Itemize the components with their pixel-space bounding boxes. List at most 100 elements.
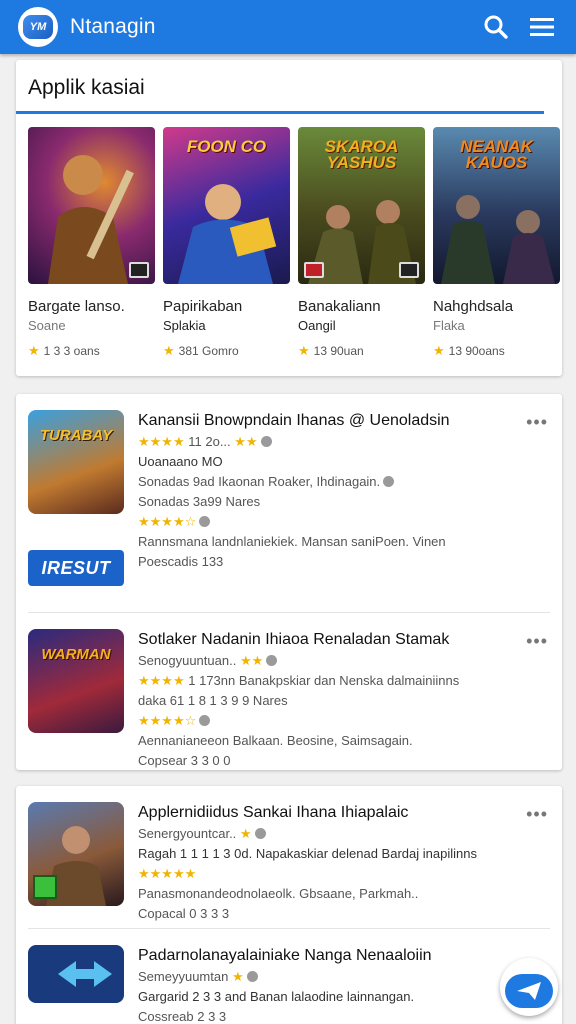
item-meta: Ragah 1 1 1 1 3 0d. Napakaskiar delenad … [138,846,477,861]
app-list-card: Applernidiidus Sankai Ihana Ihiapalaic S… [16,786,562,1024]
star-icon: ★ [163,343,175,358]
item-developer: Senogyuuntuan.. ★★ [138,651,526,671]
item-footer: Copsear 3 3 0 0 [138,753,231,768]
star-icon: ★★★★ [138,434,185,449]
list-item[interactable]: WARMAN Sotlaker Nadanin Ihiaoa Renaladan… [16,613,562,768]
artwork-title: TURABAY [39,427,113,444]
featured-app-1[interactable]: Bargate lanso. Soane ★ 1 3 3 oans [28,127,155,359]
rating-text: 13 90uan [313,344,364,358]
star-rating: ★★★★ 11 2o... ★★ [138,432,526,452]
item-footer: Cossreab 2 3 3 [138,1009,227,1024]
platform-badge [129,262,149,278]
info-dot-icon [266,655,278,666]
item-description: Panasmonandeodnolaeolk. Gbsaane, Parkmah… [138,886,419,901]
featured-rating: ★ 13 90uan [298,343,425,359]
info-dot-icon [199,715,211,726]
star-icon: ★★★★☆ [138,514,197,529]
item-body: Sotlaker Nadanin Ihiaoa Renaladan Stamak… [138,629,550,768]
featured-app-3[interactable]: SKAROA YASHUS Banakaliann Oangil ★ 13 90u… [298,127,425,359]
featured-name: Nahghdsala [433,298,514,315]
more-options-icon[interactable]: ••• [526,804,548,825]
app-thumbnail: TURABAY [28,410,124,514]
app-list-card: TURABAY IRESUT Kanansii Bnowpndain Ihana… [16,394,562,770]
featured-card: Applik kasiai Bargate lanso. Soane ★ 1 3 … [16,60,562,376]
item-body: Applernidiidus Sankai Ihana Ihiapalaic S… [138,802,550,921]
result-button[interactable]: IRESUT [28,550,124,586]
featured-subtitle: Flaka [433,318,465,333]
item-developer: Uoanaano MO [138,454,223,469]
star-icon: ★★★★ [138,673,185,688]
list-item[interactable]: Padarnolanayalainiake Nanga Nenaaloiin S… [16,929,562,1024]
app-artwork: FOON CO [163,127,290,284]
item-developer: Senergyountcar.. ★ [138,824,526,844]
item-meta: Sonadas 9ad Ikaonan Roaker, Ihdinagain. [138,472,526,492]
chat-fab-button[interactable] [500,958,558,1016]
app-logo[interactable]: YM [18,7,58,47]
app-title: Ntanagin [70,15,156,38]
chat-send-icon [505,974,553,1008]
star-rating: ★★★★☆ [138,711,526,731]
platform-badge [399,262,419,278]
logo-mark: YM [23,15,53,39]
section-title: Applik kasiai [16,60,544,114]
platform-badge [304,262,324,278]
star-rating: ★★★★☆ [138,512,526,532]
more-options-icon[interactable]: ••• [526,631,548,652]
app-artwork [28,127,155,284]
meta-prefix: Sonadas 9ad Ikaonan [138,474,265,489]
item-sales: Sonadas 3a99 Nares [138,494,261,509]
item-title: Sotlaker Nadanin Ihiaoa Renaladan Stamak [138,631,450,648]
list-item[interactable]: Applernidiidus Sankai Ihana Ihiapalaic S… [16,786,562,921]
app-thumbnail: WARMAN [28,629,124,733]
info-dot-icon [260,436,272,447]
item-meta: Gargarid 2 3 3 and Banan lalaodine lainn… [138,989,415,1004]
star-rating: ★★★★★ [138,864,526,884]
rating-text: 11 2o... [188,434,231,449]
meta-text: Roaker, Ihdinagain. [268,474,381,489]
featured-subtitle: Splakia [163,318,206,333]
hamburger-menu-icon[interactable] [522,7,562,47]
featured-app-2[interactable]: FOON CO Papirikaban Splakia ★ 381 Gomro [163,127,290,359]
artwork-title: FOON CO [186,137,267,156]
app-artwork: NEANAK KAUOS [433,127,560,284]
artwork-title: SKAROA YASHUS [324,137,399,172]
info-dot-icon [199,516,211,527]
item-footer: Poescadis 133 [138,554,224,569]
search-icon[interactable] [476,7,516,47]
more-options-icon[interactable]: ••• [526,412,548,433]
app-artwork: SKAROA YASHUS [298,127,425,284]
featured-name: Banakaliann [298,298,381,315]
item-footer: Copacal 0 3 3 3 [138,906,230,921]
developer-text: Senergyountcar.. [138,826,237,841]
app-thumbnail [28,802,124,906]
item-title: Kanansii Bnowpndain Ihanas @ Uenoladsin [138,412,450,429]
featured-name: Bargate lanso. [28,298,125,315]
featured-subtitle: Soane [28,318,66,333]
rating-text: 1 3 3 oans [43,344,100,358]
featured-rating: ★ 1 3 3 oans [28,343,155,359]
artwork-title: NEANAK KAUOS [460,137,533,172]
meta-text: 1 173nn Banakpskiar dan Nenska dalmainii… [188,673,460,688]
featured-app-4[interactable]: NEANAK KAUOS Nahghdsala Flaka ★ 13 90oans [433,127,560,359]
item-description: Aennanianeeon Balkaan. Beosine, Saimsaga… [138,733,413,748]
item-body: Padarnolanayalainiake Nanga Nenaaloiin S… [138,945,550,1024]
featured-subtitle: Oangil [298,318,336,333]
featured-rating: ★ 381 Gomro [163,343,290,359]
item-developer: Semeyyuumtan ★ [138,967,526,987]
list-item[interactable]: TURABAY IRESUT Kanansii Bnowpndain Ihana… [16,394,562,600]
star-rating: ★★★★ 1 173nn Banakpskiar dan Nenska dalm… [138,671,526,691]
info-dot-icon [254,828,266,839]
rating-text: 381 Gomro [178,344,239,358]
star-icon: ★★★★★ [138,866,197,881]
item-description: Rannsmana landnlaniekiek. Mansan saniPoe… [138,534,446,549]
star-icon: ★ [28,343,40,358]
artwork-title: WARMAN [41,646,111,663]
featured-rating: ★ 13 90oans [433,343,560,359]
star-icon: ★★★★☆ [138,713,197,728]
star-icon: ★ [433,343,445,358]
item-sales: daka 61 1 8 1 3 9 9 Nares [138,693,288,708]
developer-text: Senogyuuntuan.. [138,653,237,668]
info-dot-icon [383,476,395,487]
featured-list: Bargate lanso. Soane ★ 1 3 3 oans FOON CO… [16,114,562,359]
star-icon: ★ [298,343,310,358]
